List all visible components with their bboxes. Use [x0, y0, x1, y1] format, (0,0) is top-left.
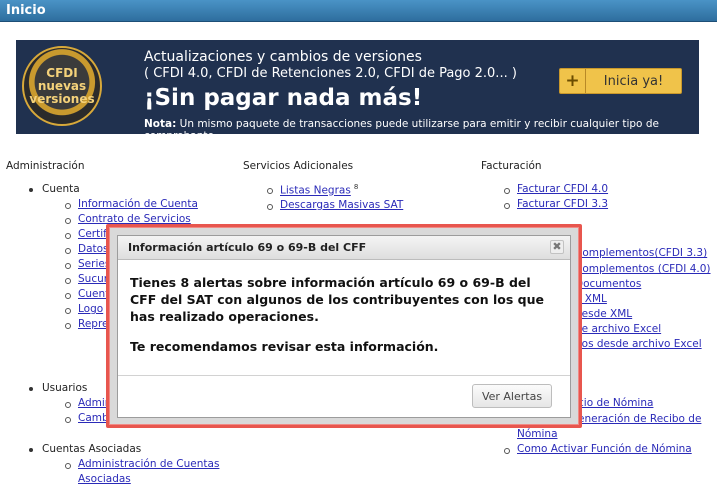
modal-body: Tienes 8 alertas sobre información artíc… [118, 260, 570, 376]
link-complementos-40[interactable]: Complementos (CFDI 4.0) [575, 263, 711, 275]
cfdi-badge-icon: CFDI nuevas versiones [22, 46, 102, 126]
banner-tagline: ¡Sin pagar nada más! [144, 85, 423, 111]
banner-note-text: Un mismo paquete de transacciones puede … [144, 118, 659, 134]
modal-message-recommendation: Te recomendamos revisar esta información… [130, 339, 439, 354]
cuentas-asociadas-group-title: Cuentas Asociadas [28, 443, 142, 455]
link-informacion-cuenta[interactable]: Información de Cuenta [65, 198, 198, 210]
link-archivo-excel[interactable]: de archivo Excel [575, 323, 661, 335]
link-certificados[interactable]: Certif [65, 228, 107, 240]
link-documentos[interactable]: Documentos [575, 278, 641, 290]
link-pagos-excel[interactable]: gos desde archivo Excel [575, 338, 702, 350]
badge-line-1: CFDI [46, 65, 78, 80]
listas-negras-count-badge: 8 [353, 183, 359, 191]
link-admin-cuentas-asociadas[interactable]: Administración de Cuentas [64, 458, 219, 470]
alert-modal-highlight: Información artículo 69 o 69-B del CFF ✖… [106, 224, 582, 428]
view-alerts-button[interactable]: Ver Alertas [472, 384, 552, 408]
listas-negras-item[interactable]: Listas Negras 8 [266, 183, 359, 197]
link-activar-nomina[interactable]: Como Activar Función de Nómina [504, 443, 692, 455]
link-admin-cuentas-asociadas-cont[interactable]: Asociadas [78, 473, 131, 485]
modal-footer: Ver Alertas [118, 376, 570, 416]
facturacion-section-title: Facturación [481, 160, 542, 172]
banner-heading: Actualizaciones y cambios de versiones [144, 49, 422, 65]
usuarios-group-title: Usuarios [28, 382, 88, 394]
banner-note-label: Nota: [144, 118, 177, 130]
link-datos[interactable]: Datos [65, 243, 109, 255]
link-complementos-33[interactable]: Complementos(CFDI 3.3) [575, 247, 707, 259]
close-icon[interactable]: ✖ [550, 240, 564, 254]
link-generacion-recibo[interactable]: eneración de Recibo de [578, 413, 701, 425]
banner-subheading: ( CFDI 4.0, CFDI de Retenciones 2.0, CFD… [144, 66, 517, 81]
page-header: Inicio [0, 0, 717, 22]
link-descargas-masivas[interactable]: Descargas Masivas SAT [266, 199, 403, 211]
modal-message-alerts: Tienes 8 alertas sobre información artíc… [130, 275, 544, 324]
badge-line-3: versiones [29, 91, 95, 106]
link-facturar-cfdi-40[interactable]: Facturar CFDI 4.0 [503, 183, 608, 195]
modal-title: Información artículo 69 o 69-B del CFF [128, 241, 367, 254]
admin-section-title: Administración [6, 160, 85, 172]
banner-note: Nota: Un mismo paquete de transacciones … [144, 118, 699, 134]
plus-icon: + [560, 69, 586, 93]
alert-modal: Información artículo 69 o 69-B del CFF ✖… [117, 235, 571, 418]
start-now-button[interactable]: + Inicia ya! [559, 68, 682, 94]
cuenta-group-title: Cuenta [29, 183, 80, 195]
badge-line-2: nuevas [37, 78, 87, 93]
link-listas-negras[interactable]: Listas Negras [280, 185, 351, 197]
promo-banner[interactable]: CFDI nuevas versiones Actualizaciones y … [16, 40, 699, 134]
link-inicio-nomina[interactable]: cio de Nómina [578, 397, 653, 409]
link-logo[interactable]: Logo [64, 303, 103, 315]
modal-header: Información artículo 69 o 69-B del CFF ✖ [118, 236, 570, 260]
link-desde-xml[interactable]: desde XML [575, 308, 632, 320]
page-title: Inicio [6, 3, 46, 18]
link-nomina[interactable]: Nómina [517, 428, 558, 440]
start-now-label: Inicia ya! [603, 73, 664, 89]
link-facturar-cfdi-33[interactable]: Facturar CFDI 3.3 [503, 198, 608, 210]
servicios-section-title: Servicios Adicionales [243, 160, 354, 172]
